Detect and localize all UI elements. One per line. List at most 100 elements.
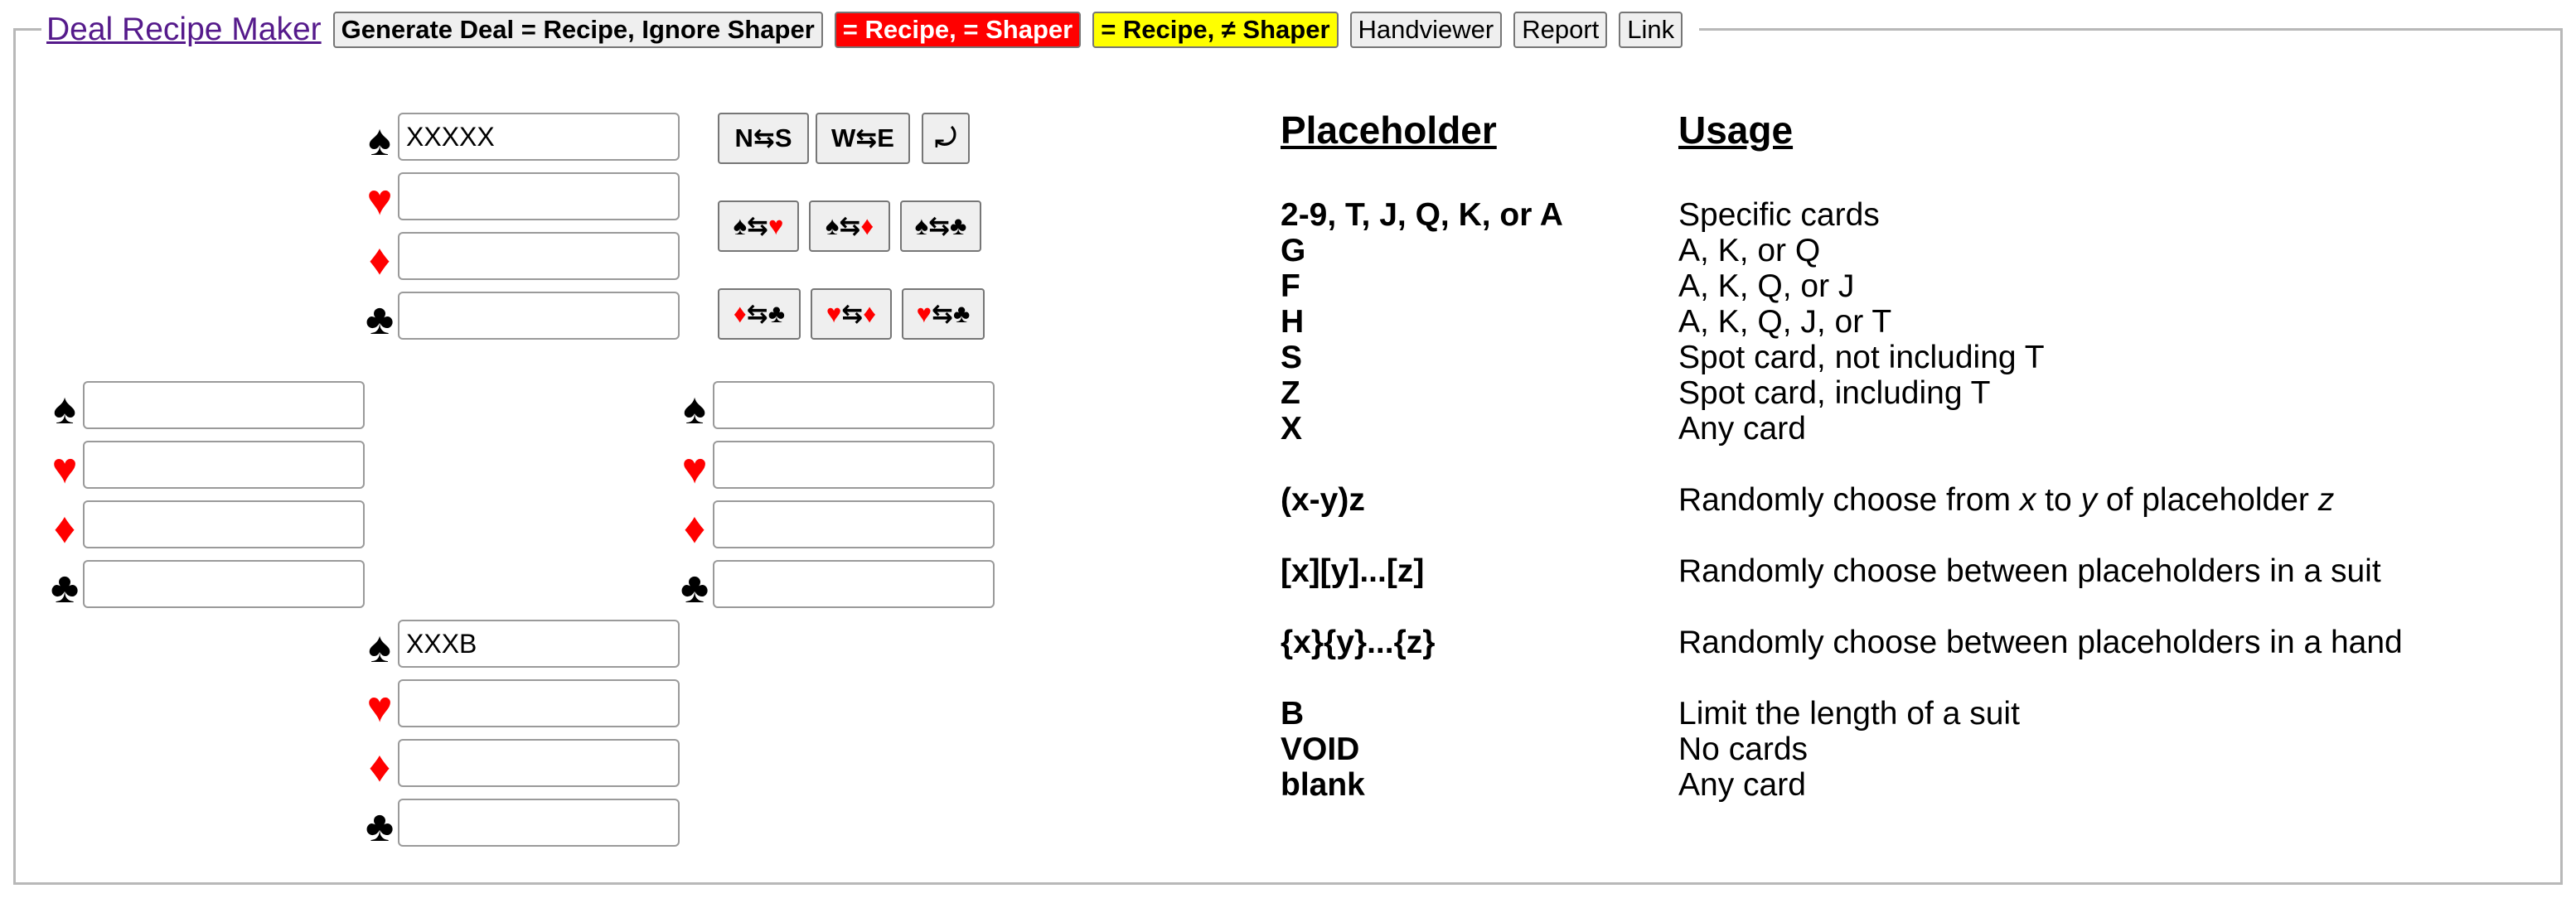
generate-recipe-equal-shaper-button[interactable]: = Recipe, = Shaper (834, 12, 1082, 48)
heart-icon: ♥ (768, 211, 784, 240)
diamond-icon: ♦ (368, 236, 391, 284)
swap-arrow-icon: ⇆ (747, 211, 769, 240)
diamond-icon: ♦ (683, 505, 706, 553)
placeholder-code: S (1281, 340, 1303, 375)
club-icon: ♣ (365, 803, 395, 851)
link-button[interactable]: Link (1619, 12, 1683, 48)
club-icon: ♣ (953, 299, 971, 328)
report-button[interactable]: Report (1513, 12, 1608, 48)
north-clubs-input[interactable] (398, 292, 680, 340)
north-spades-input[interactable] (398, 113, 680, 161)
handviewer-button[interactable]: Handviewer (1349, 12, 1503, 48)
heart-icon: ♥ (826, 299, 842, 328)
placeholder-usage: No cards (1678, 732, 1809, 767)
club-icon: ♣ (950, 211, 967, 240)
south-hand: ♠ ♥ ♦ ♣ (361, 620, 685, 858)
placeholder-usage: Specific cards (1678, 197, 1880, 233)
rotate-icon: ⤾ (935, 123, 956, 152)
placeholder-usage: Randomly choose from x to y of placehold… (1678, 482, 2335, 518)
placeholder-code: [x][y]...[z] (1281, 553, 1425, 589)
heart-icon: ♥ (916, 299, 932, 328)
placeholder-code: blank (1281, 767, 1365, 803)
swap-arrow-icon: ⇆ (932, 299, 954, 328)
placeholder-code: 2-9, T, J, Q, K, or A (1281, 197, 1563, 233)
placeholder-code: VOID (1281, 732, 1360, 767)
west-hand: ♠ ♥ ♦ ♣ (46, 381, 370, 620)
east-clubs-input[interactable] (713, 560, 995, 608)
swap-arrow-icon: ⇆ (746, 299, 768, 328)
swap-arrow-icon: ⇆ (928, 211, 951, 240)
placeholder-code: H (1281, 304, 1305, 340)
spade-icon: ♠ (914, 211, 929, 240)
swap-arrow-icon: ⇆ (841, 299, 864, 328)
generate-ignore-shaper-button[interactable]: Generate Deal = Recipe, Ignore Shaper (332, 12, 823, 48)
placeholder-usage: Spot card, including T (1678, 375, 1991, 411)
swap-north-south-button[interactable]: N⇆S (718, 113, 809, 164)
west-diamonds-input[interactable] (83, 500, 365, 548)
swap-hearts-diamonds-button[interactable]: ♥ ⇆ ♦ (811, 288, 892, 340)
west-clubs-input[interactable] (83, 560, 365, 608)
north-diamonds-input[interactable] (398, 232, 680, 280)
spade-icon: ♠ (733, 211, 748, 240)
placeholder-code: (x-y)z (1281, 482, 1365, 518)
spade-icon: ♠ (683, 385, 706, 433)
east-hand: ♠ ♥ ♦ ♣ (676, 381, 1000, 620)
heart-icon: ♥ (366, 683, 393, 732)
generate-recipe-not-shaper-button[interactable]: = Recipe, ≠ Shaper (1092, 12, 1339, 48)
placeholder-code: X (1281, 411, 1303, 447)
placeholder-code: F (1281, 268, 1300, 304)
club-icon: ♣ (50, 564, 80, 612)
placeholder-code: Z (1281, 375, 1300, 411)
placeholder-code: {x}{y}...{z} (1281, 625, 1436, 660)
south-spades-input[interactable] (398, 620, 680, 668)
placeholder-usage: Any card (1678, 411, 1806, 447)
west-spades-input[interactable] (83, 381, 365, 429)
swap-arrow-icon: ⇆ (839, 211, 861, 240)
south-clubs-input[interactable] (398, 799, 680, 847)
placeholder-code: B (1281, 696, 1305, 732)
placeholder-code: G (1281, 233, 1306, 268)
heart-icon: ♥ (51, 445, 78, 493)
spade-icon: ♠ (368, 624, 391, 672)
swap-hearts-clubs-button[interactable]: ♥ ⇆ ♣ (902, 288, 985, 340)
east-spades-input[interactable] (713, 381, 995, 429)
swap-spades-clubs-button[interactable]: ♠ ⇆ ♣ (900, 200, 981, 252)
diamond-icon: ♦ (733, 299, 747, 328)
club-icon: ♣ (767, 299, 786, 328)
diamond-icon: ♦ (368, 743, 391, 791)
diamond-icon: ♦ (863, 299, 877, 328)
heart-icon: ♥ (681, 445, 708, 493)
heart-icon: ♥ (366, 176, 393, 225)
north-hearts-input[interactable] (398, 172, 680, 220)
diamond-icon: ♦ (860, 211, 874, 240)
placeholder-usage: A, K, or Q (1678, 233, 1821, 268)
spade-icon: ♠ (53, 385, 76, 433)
east-diamonds-input[interactable] (713, 500, 995, 548)
placeholder-usage: A, K, Q, or J (1678, 268, 1855, 304)
spade-icon: ♠ (368, 117, 391, 165)
diamond-icon: ♦ (53, 505, 76, 553)
placeholder-header: Placeholder (1281, 109, 1497, 152)
south-diamonds-input[interactable] (398, 739, 680, 787)
swap-west-east-button[interactable]: W⇆E (816, 113, 910, 164)
usage-header: Usage (1678, 109, 1794, 152)
east-hearts-input[interactable] (713, 441, 995, 489)
placeholder-usage: Spot card, not including T (1678, 340, 2045, 375)
north-hand: ♠ ♥ ♦ ♣ (361, 113, 685, 351)
placeholder-usage: Limit the length of a suit (1678, 696, 2020, 732)
rotate-hands-button[interactable]: ⤾ (922, 113, 970, 164)
west-hearts-input[interactable] (83, 441, 365, 489)
club-icon: ♣ (680, 564, 709, 612)
swap-spades-diamonds-button[interactable]: ♠ ⇆ ♦ (809, 200, 890, 252)
spade-icon: ♠ (825, 211, 840, 240)
placeholder-usage: A, K, Q, J, or T (1678, 304, 1892, 340)
toolbar: Deal Recipe Maker Generate Deal = Recipe… (41, 8, 1700, 51)
placeholder-usage: Randomly choose between placeholders in … (1678, 625, 2403, 660)
placeholder-usage: Any card (1678, 767, 1806, 803)
app-title-link[interactable]: Deal Recipe Maker (46, 12, 322, 48)
swap-diamonds-clubs-button[interactable]: ♦ ⇆ ♣ (718, 288, 801, 340)
swap-spades-hearts-button[interactable]: ♠ ⇆ ♥ (718, 200, 799, 252)
club-icon: ♣ (365, 296, 395, 344)
south-hearts-input[interactable] (398, 679, 680, 727)
placeholder-usage: Randomly choose between placeholders in … (1678, 553, 2381, 589)
